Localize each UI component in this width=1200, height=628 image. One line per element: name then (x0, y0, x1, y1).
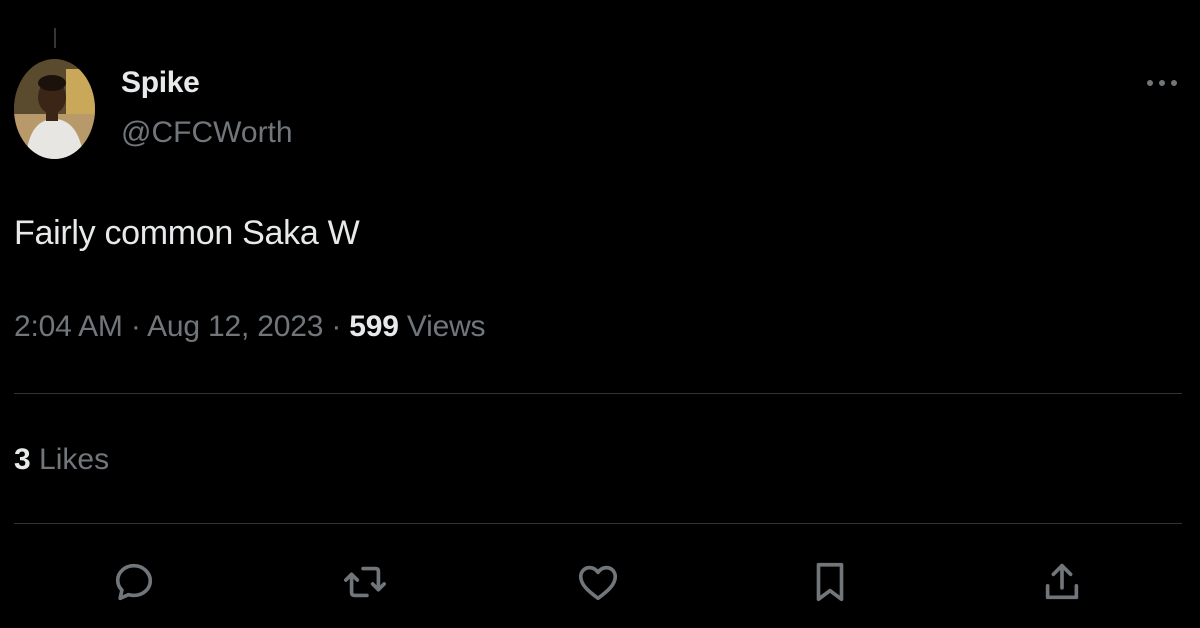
views-count: 599 (349, 310, 399, 343)
avatar[interactable] (14, 59, 95, 159)
tweet-time[interactable]: 2:04 AM (14, 310, 123, 343)
likes-label: Likes (39, 443, 110, 476)
tweet-text: Fairly common Saka W (14, 214, 360, 252)
retweet-button[interactable] (339, 556, 391, 608)
share-icon (1045, 563, 1079, 600)
divider (14, 393, 1182, 394)
thread-connector-line (54, 28, 56, 48)
tweet-meta: 2:04 AM · Aug 12, 2023 · 599 Views (14, 310, 486, 344)
heart-icon (578, 565, 618, 601)
likes-count: 3 (14, 443, 31, 476)
tweet-date[interactable]: Aug 12, 2023 (147, 310, 323, 343)
more-horizontal-icon (1147, 80, 1177, 86)
more-options-button[interactable] (1140, 66, 1184, 100)
chat-bubble-icon (115, 563, 153, 601)
views-label: Views (406, 310, 486, 343)
divider (14, 523, 1182, 524)
meta-separator: · (331, 310, 342, 343)
likes-stat[interactable]: 3 Likes (14, 443, 109, 477)
retweet-icon (344, 566, 386, 598)
author-handle[interactable]: @CFCWorth (121, 116, 293, 150)
share-button[interactable] (1036, 556, 1088, 608)
bookmark-button[interactable] (804, 556, 856, 608)
avatar-photo (14, 59, 95, 159)
reply-button[interactable] (108, 556, 160, 608)
like-button[interactable] (572, 556, 624, 608)
meta-separator: · (130, 310, 141, 343)
author-display-name[interactable]: Spike (121, 66, 200, 100)
bookmark-icon (816, 562, 844, 602)
